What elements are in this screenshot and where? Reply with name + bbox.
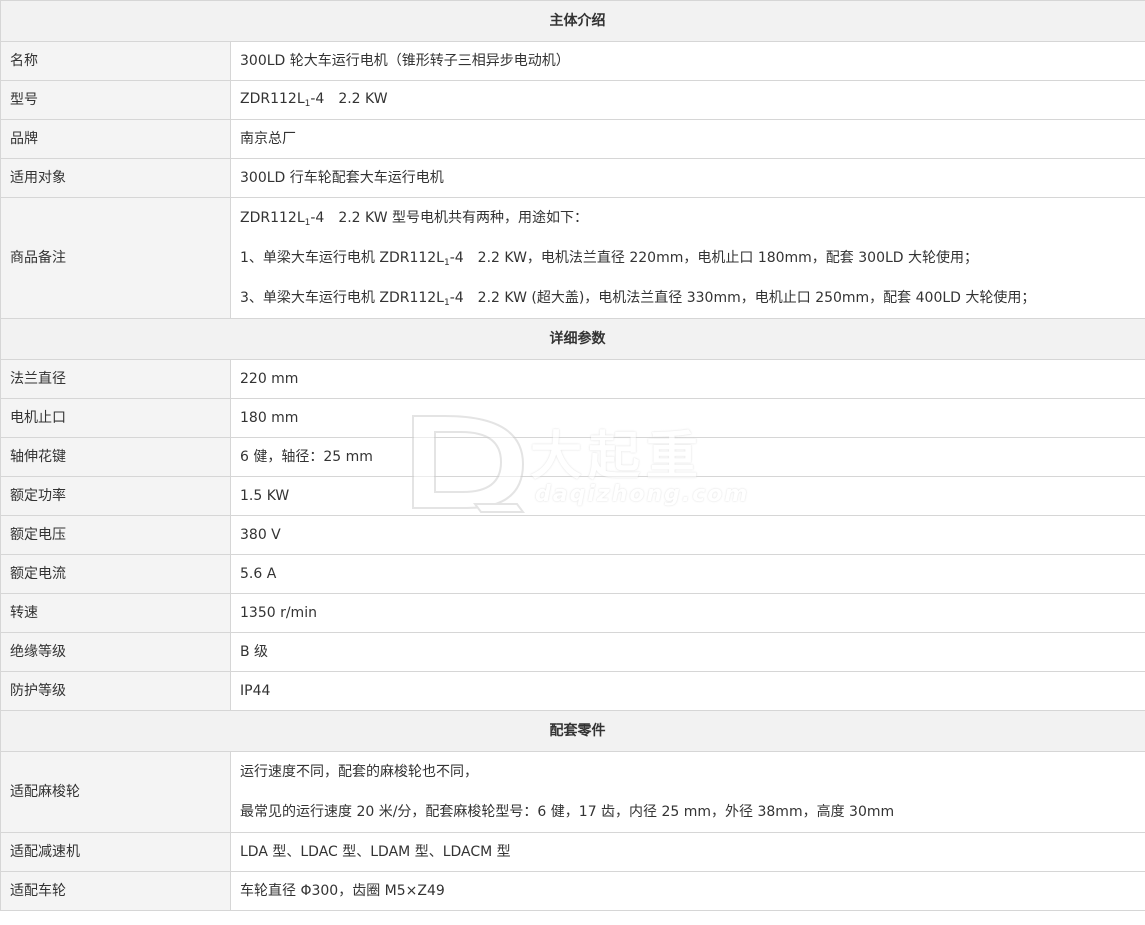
row-label: 电机止口	[0, 398, 231, 438]
table-row: 绝缘等级 B 级	[0, 632, 1145, 672]
row-label: 法兰直径	[0, 359, 231, 399]
row-value: 车轮直径 Φ300，齿圈 M5×Z49	[230, 871, 1145, 911]
table-row: 额定电流 5.6 A	[0, 554, 1145, 594]
row-label: 绝缘等级	[0, 632, 231, 672]
row-value: 5.6 A	[230, 554, 1145, 594]
rope-wheel-line: 运行速度不同，配套的麻梭轮也不同，	[240, 764, 478, 780]
row-label: 额定功率	[0, 476, 231, 516]
section-title-parts: 配套零件	[0, 710, 1145, 752]
row-value-rope-wheel: 运行速度不同，配套的麻梭轮也不同， 最常见的运行速度 20 米/分，配套麻梭轮型…	[230, 751, 1145, 833]
table-row: 法兰直径 220 mm	[0, 359, 1145, 399]
table-row: 适配车轮 车轮直径 Φ300，齿圈 M5×Z49	[0, 871, 1145, 911]
section-row-params: 详细参数	[0, 318, 1145, 360]
table-row: 额定电压 380 V	[0, 515, 1145, 555]
table-row: 适配减速机 LDA 型、LDAC 型、LDAM 型、LDACM 型	[0, 832, 1145, 872]
table-row: 转速 1350 r/min	[0, 593, 1145, 633]
param-rows: 法兰直径 220 mm 电机止口 180 mm 轴伸花键 6 健，轴径：25 mm 额定功率…	[0, 359, 1145, 711]
row-value: 380 V	[230, 515, 1145, 555]
row-value: 1350 r/min	[230, 593, 1145, 633]
row-value: 220 mm	[230, 359, 1145, 399]
row-value: 300LD 行车轮配套大车运行电机	[230, 158, 1145, 198]
section-title-params: 详细参数	[0, 318, 1145, 360]
spec-table: 主体介绍 名称 300LD 轮大车运行电机（锥形转子三相异步电动机） 型号 ZD…	[0, 0, 1145, 911]
row-value-model: ZDR112L1-4 2.2 KW	[230, 80, 1145, 120]
row-value: 300LD 轮大车运行电机（锥形转子三相异步电动机）	[230, 41, 1145, 81]
table-row: 商品备注 ZDR112L1-4 2.2 KW 型号电机共有两种，用途如下： 1、…	[0, 197, 1145, 319]
row-value: IP44	[230, 671, 1145, 711]
row-value: 6 健，轴径：25 mm	[230, 437, 1145, 477]
section-row-parts: 配套零件	[0, 710, 1145, 752]
table-row: 适用对象 300LD 行车轮配套大车运行电机	[0, 158, 1145, 198]
table-row: 电机止口 180 mm	[0, 398, 1145, 438]
table-row: 防护等级 IP44	[0, 671, 1145, 711]
row-label: 适配减速机	[0, 832, 231, 872]
row-value: 南京总厂	[230, 119, 1145, 159]
row-label: 额定电流	[0, 554, 231, 594]
table-row: 额定功率 1.5 KW	[0, 476, 1145, 516]
remarks-line: 1、单梁大车运行电机 ZDR112L1-4 2.2 KW，电机法兰直径 220m…	[240, 250, 979, 268]
row-label: 额定电压	[0, 515, 231, 555]
table-row: 轴伸花键 6 健，轴径：25 mm	[0, 437, 1145, 477]
row-value: B 级	[230, 632, 1145, 672]
table-row: 适配麻梭轮 运行速度不同，配套的麻梭轮也不同， 最常见的运行速度 20 米/分，…	[0, 751, 1145, 833]
row-label: 名称	[0, 41, 231, 81]
rope-wheel-line: 最常见的运行速度 20 米/分，配套麻梭轮型号：6 健，17 齿，内径 25 m…	[240, 804, 895, 820]
table-row: 型号 ZDR112L1-4 2.2 KW	[0, 80, 1145, 120]
row-label: 转速	[0, 593, 231, 633]
row-label: 适配麻梭轮	[0, 751, 231, 833]
row-value-remarks: ZDR112L1-4 2.2 KW 型号电机共有两种，用途如下： 1、单梁大车运…	[230, 197, 1145, 319]
remarks-line: ZDR112L1-4 2.2 KW 型号电机共有两种，用途如下：	[240, 210, 589, 228]
row-label: 防护等级	[0, 671, 231, 711]
section-row-intro: 主体介绍	[0, 0, 1145, 42]
row-value: LDA 型、LDAC 型、LDAM 型、LDACM 型	[230, 832, 1145, 872]
row-label: 适配车轮	[0, 871, 231, 911]
row-label: 适用对象	[0, 158, 231, 198]
row-value: 180 mm	[230, 398, 1145, 438]
remarks-line: 3、单梁大车运行电机 ZDR112L1-4 2.2 KW (超大盖)，电机法兰直…	[240, 290, 1036, 308]
row-label: 商品备注	[0, 197, 231, 319]
table-row: 品牌 南京总厂	[0, 119, 1145, 159]
row-value: 1.5 KW	[230, 476, 1145, 516]
section-title-intro: 主体介绍	[0, 0, 1145, 42]
row-label: 品牌	[0, 119, 231, 159]
table-row: 名称 300LD 轮大车运行电机（锥形转子三相异步电动机）	[0, 41, 1145, 81]
row-label: 型号	[0, 80, 231, 120]
row-label: 轴伸花键	[0, 437, 231, 477]
